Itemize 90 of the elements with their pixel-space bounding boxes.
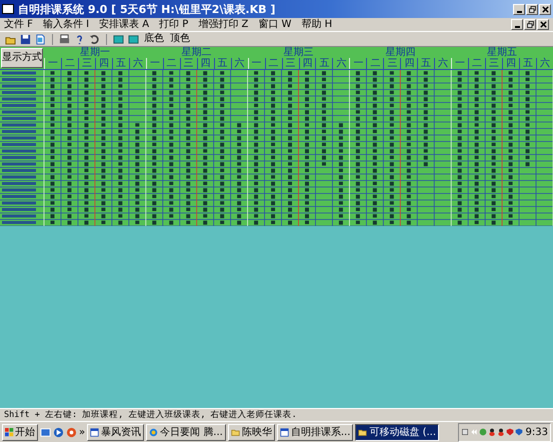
period-header: 一: [248, 58, 265, 69]
period-header: 四: [400, 58, 418, 69]
menu-item[interactable]: 文件 F: [4, 18, 33, 30]
period-header: 六: [230, 58, 248, 69]
media-player-icon: [53, 426, 64, 438]
day-header: 星期三: [283, 47, 314, 58]
period-header: 五: [214, 58, 231, 69]
close-button[interactable]: [537, 19, 549, 30]
close-icon: [540, 4, 550, 14]
close-icon: [538, 20, 548, 29]
windows-logo-icon: [5, 428, 14, 436]
color-swatch-button[interactable]: [127, 32, 140, 46]
status-text: Shift + 左右键: 加班课程, 左键进入班级课表, 右键进入老师任课表.: [0, 408, 553, 421]
period-header: 二: [468, 58, 486, 69]
period-header: 一: [146, 58, 163, 69]
window-icon: [90, 428, 100, 436]
desktop-icon: [40, 426, 51, 438]
period-header: 二: [366, 58, 384, 69]
minimize-button[interactable]: [513, 4, 525, 14]
taskbar-button[interactable]: 自明排课系...: [276, 424, 354, 440]
day-header: 星期二: [182, 47, 212, 58]
period-header: 三: [78, 58, 95, 69]
menu-item[interactable]: 增强打印 Z: [198, 18, 248, 30]
color-swatch-button[interactable]: [112, 32, 125, 46]
period-header: 四: [94, 58, 112, 69]
period-header: 五: [417, 58, 434, 69]
period-header: 四: [196, 58, 214, 69]
period-header: 三: [383, 58, 400, 69]
taskbar-button[interactable]: 暴风资讯: [87, 424, 144, 440]
period-header: 三: [485, 58, 502, 69]
menu-item[interactable]: 窗口 W: [258, 18, 292, 30]
period-header: 五: [315, 58, 332, 69]
minimize-button[interactable]: [511, 19, 523, 30]
period-header: 六: [128, 58, 146, 69]
period-header: 二: [264, 58, 282, 69]
toolbar-text-button[interactable]: 顶色: [168, 33, 192, 45]
toolbar-text-button[interactable]: 底色: [142, 33, 166, 45]
quick-launch-button[interactable]: [66, 426, 77, 438]
folder-icon: [230, 428, 240, 436]
menu-item[interactable]: 打印 P: [159, 18, 188, 30]
toolbar-button[interactable]: [34, 32, 47, 46]
menu-item[interactable]: 安排课表 A: [99, 18, 150, 30]
period-header: 一: [44, 58, 61, 69]
day-header: 星期一: [80, 47, 110, 58]
minimize-icon: [516, 10, 522, 12]
window-icon: [280, 428, 289, 436]
quick-launch-button[interactable]: [40, 426, 51, 438]
save-icon: [20, 34, 31, 44]
period-header: 一: [451, 58, 468, 69]
minimize-icon: [514, 26, 520, 28]
more-button[interactable]: »: [79, 426, 86, 438]
start-button[interactable]: 开始: [2, 424, 38, 440]
period-header: 六: [536, 58, 553, 69]
period-header: 一: [349, 58, 366, 69]
period-header: 四: [502, 58, 520, 69]
period-header: 二: [162, 58, 180, 69]
close-button[interactable]: [539, 4, 551, 14]
quick-launch-button[interactable]: [53, 426, 64, 438]
help-icon: [74, 34, 85, 44]
folder-icon: [358, 428, 368, 436]
window-icon: [2, 4, 14, 14]
undo-icon: [89, 34, 100, 44]
period-header: 六: [332, 58, 350, 69]
restore-button[interactable]: [526, 4, 538, 14]
swatch-icon: [128, 34, 139, 44]
clock: 9:33: [526, 426, 548, 438]
period-header: 四: [298, 58, 316, 69]
browser-icon: [66, 426, 77, 438]
taskbar-button[interactable]: 可移动磁盘 (...: [355, 424, 440, 440]
menu-item[interactable]: 输入条件 I: [42, 18, 90, 30]
taskbar-button[interactable]: 今日要闻 腾...: [146, 424, 226, 440]
day-header: 星期四: [385, 47, 416, 58]
period-header: 五: [519, 58, 536, 69]
menu-item[interactable]: 帮助 H: [301, 18, 332, 30]
period-header: 三: [282, 58, 298, 69]
period-header: 五: [112, 58, 129, 69]
period-header: 二: [60, 58, 78, 69]
taskbar-button[interactable]: 陈映华: [228, 424, 275, 440]
swatch-icon: [113, 34, 124, 44]
toolbar-button[interactable]: [58, 32, 71, 46]
toolbar-button[interactable]: [19, 32, 32, 46]
period-header: 三: [180, 58, 197, 69]
printer-icon: [59, 34, 70, 44]
document-icon: [35, 34, 46, 44]
display-mode-button[interactable]: 显示方式: [1, 48, 43, 68]
window-title: 自明排课系统 9.0 [ 5天6节 H:\钮里平2\课表.KB ]: [18, 2, 276, 16]
toolbar-button[interactable]: [88, 32, 101, 46]
day-header: 星期五: [487, 47, 518, 58]
period-header: 六: [434, 58, 452, 69]
restore-button[interactable]: [524, 19, 536, 30]
